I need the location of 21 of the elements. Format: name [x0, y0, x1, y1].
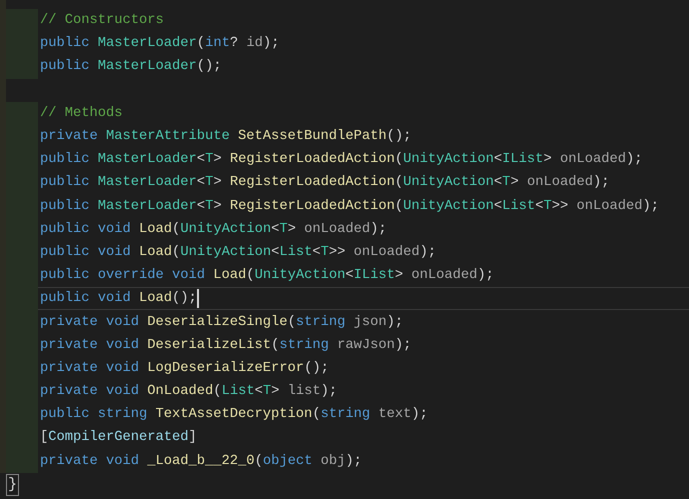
text-cursor — [196, 289, 199, 308]
code-line: public MasterLoader<T> RegisterLoadedAction(UnityAction<IList> onLoaded); — [40, 151, 642, 170]
code-line: private void _Load_b__22_0(object obj); — [40, 452, 362, 471]
code-line: public string TextAssetDecryption(string text); — [40, 406, 428, 424]
code-line: public MasterLoader(int? id); — [40, 35, 280, 54]
code-line: public MasterLoader<T> RegisterLoadedAction(UnityAction<List<T>> onLoaded); — [40, 198, 660, 216]
code-line: private void LogDeserializeError(); — [40, 360, 329, 378]
code-line: private void OnLoaded(List<T> list); — [40, 383, 338, 402]
code-line: public MasterLoader<T> RegisterLoadedAction(UnityAction<T> onLoaded); — [40, 174, 610, 192]
code-line: private void DeserializeSingle(string json); — [40, 314, 404, 332]
code-line: public void Load(UnityAction<List<T>> onLoaded); — [40, 244, 436, 262]
code-line: public MasterLoader(); — [40, 58, 222, 76]
code-line: public override void Load(UnityAction<IList> onLoaded); — [40, 267, 494, 286]
code-line: public void Load(); — [40, 290, 197, 308]
code-line: private MasterAttribute SetAssetBundlePath(); — [40, 128, 412, 146]
code-line: [CompilerGenerated] — [40, 429, 197, 448]
code-line: // Methods — [40, 104, 123, 123]
code-line: public void Load(UnityAction<T> onLoaded); — [40, 220, 387, 239]
fold-marker[interactable]: } — [6, 474, 20, 496]
code-line: private void DeserializeList(string rawJson); — [40, 336, 412, 355]
code-line: // Constructors — [40, 12, 164, 30]
